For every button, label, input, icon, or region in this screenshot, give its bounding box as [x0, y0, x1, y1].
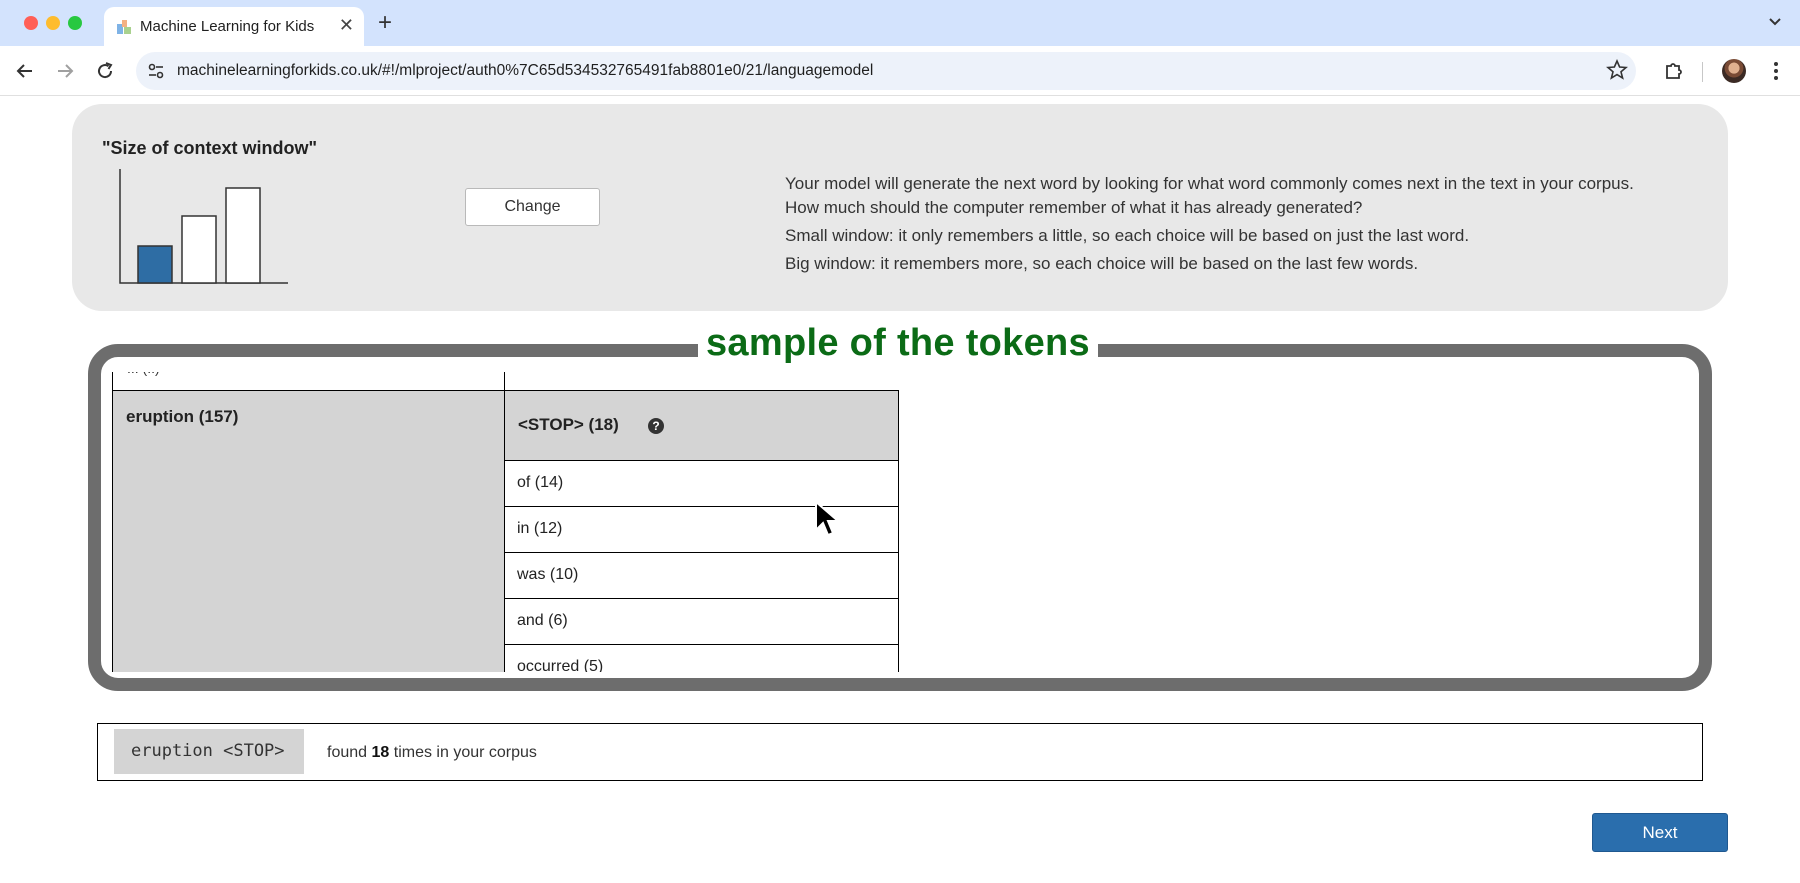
root-token-label: eruption (157) [126, 407, 239, 426]
site-favicon-icon [117, 20, 131, 34]
site-settings-icon[interactable] [146, 61, 166, 81]
tokens-sample-heading: sample of the tokens [698, 322, 1098, 365]
url-text: machinelearningforkids.co.uk/#!/mlprojec… [177, 62, 874, 79]
change-window-button[interactable]: Change [465, 188, 600, 226]
address-bar[interactable]: machinelearningforkids.co.uk/#!/mlprojec… [136, 52, 1636, 90]
selected-sequence-text: eruption <STOP> [131, 741, 285, 761]
next-token-selected-label: <STOP> (18) [518, 415, 619, 434]
previous-token-cell: ... (..) [112, 372, 504, 390]
new-tab-icon[interactable]: + [378, 9, 392, 37]
more-menu-icon[interactable] [1768, 59, 1784, 83]
window-size-bar-small [137, 245, 173, 284]
bookmark-star-icon[interactable] [1606, 59, 1628, 81]
context-window-panel: "Size of context window" Change Your mod… [72, 104, 1728, 311]
tab-search-chevron-icon[interactable] [1766, 12, 1784, 30]
next-token-row[interactable]: occurred (5) [504, 645, 899, 672]
close-tab-icon[interactable]: ✕ [339, 15, 354, 36]
found-suffix: times in your corpus [393, 744, 537, 761]
found-count: 18 [371, 744, 390, 761]
next-token-row[interactable]: was (10) [504, 553, 899, 599]
next-token-row[interactable]: and (6) [504, 599, 899, 645]
description-line: Small window: it only remembers a little… [785, 226, 1470, 245]
browser-tab[interactable]: Machine Learning for Kids ✕ [104, 7, 364, 46]
back-arrow-icon[interactable] [13, 59, 37, 83]
description-line: Your model will generate the next word b… [785, 174, 1634, 193]
next-token-label: in (12) [517, 520, 563, 537]
help-icon[interactable]: ? [648, 418, 664, 434]
previous-token-label: ... (..) [127, 372, 160, 376]
description-line: How much should the computer remember of… [785, 198, 1363, 217]
context-window-size-icon [119, 169, 288, 284]
found-prefix: found [327, 744, 368, 761]
next-token-label: and (6) [517, 612, 568, 629]
selected-sequence-bar: eruption <STOP> found 18 times in your c… [97, 723, 1703, 781]
forward-arrow-icon[interactable] [53, 59, 77, 83]
extensions-puzzle-icon[interactable] [1662, 59, 1686, 83]
close-window-button[interactable] [24, 16, 38, 30]
minimize-window-button[interactable] [46, 16, 60, 30]
mouse-pointer-icon [815, 500, 840, 537]
tab-title: Machine Learning for Kids [140, 18, 315, 35]
toolbar-divider [1702, 62, 1703, 82]
maximize-window-button[interactable] [68, 16, 82, 30]
previous-row-divider [504, 372, 505, 390]
profile-avatar[interactable] [1722, 59, 1746, 83]
browser-toolbar: machinelearningforkids.co.uk/#!/mlprojec… [0, 46, 1800, 96]
context-window-title: "Size of context window" [102, 138, 318, 158]
next-token-label: occurred (5) [517, 658, 604, 672]
root-token-cell[interactable]: eruption (157) [112, 390, 505, 672]
window-size-bar-large [225, 187, 261, 284]
occurrence-summary: found 18 times in your corpus [327, 744, 537, 762]
next-button[interactable]: Next [1592, 813, 1728, 852]
window-size-bar-medium [181, 215, 217, 284]
next-token-label: was (10) [517, 566, 579, 583]
token-tree-viewport[interactable]: ... (..) eruption (157) <STOP> (18) ? of… [112, 372, 900, 672]
selected-sequence-chip: eruption <STOP> [114, 729, 304, 774]
description-line: Big window: it remembers more, so each c… [785, 254, 1419, 273]
browser-tab-bar: Machine Learning for Kids ✕ + [0, 0, 1800, 46]
next-token-selected[interactable]: <STOP> (18) ? [504, 390, 899, 461]
next-token-label: of (14) [517, 474, 564, 491]
reload-icon[interactable] [93, 59, 117, 83]
context-window-description: Your model will generate the next word b… [785, 172, 1634, 280]
